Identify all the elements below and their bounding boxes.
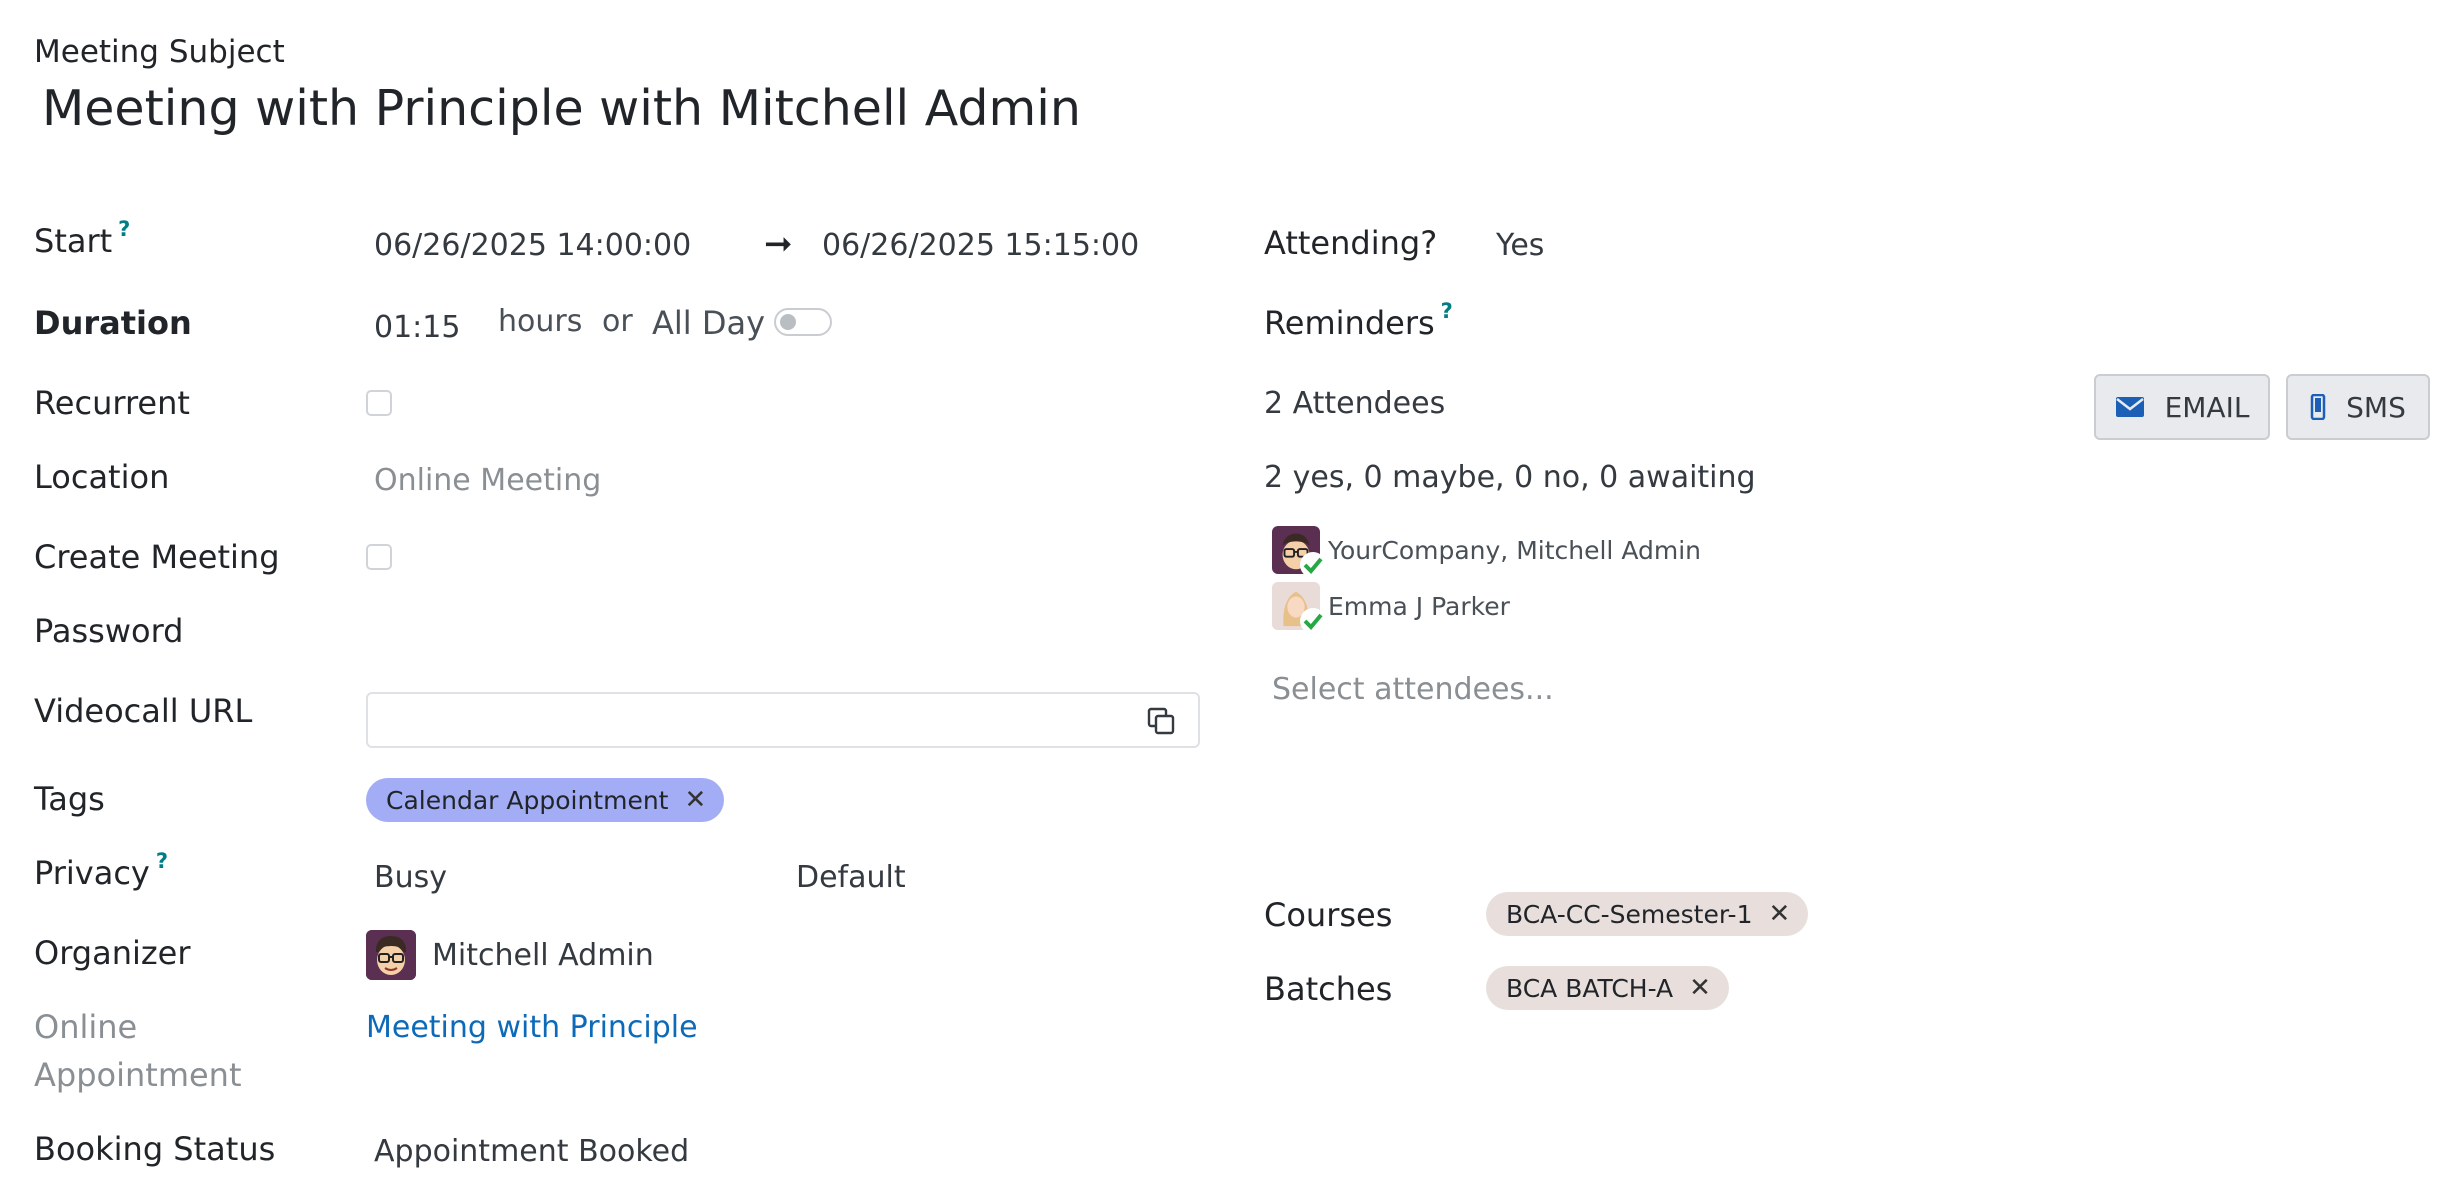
videocall-label: Videocall URL [34, 692, 253, 730]
attendee-name[interactable]: Emma J Parker [1328, 592, 1510, 621]
attendee-name[interactable]: YourCompany, Mitchell Admin [1328, 536, 1701, 565]
course-tag[interactable]: BCA-CC-Semester-1 ✕ [1486, 892, 1809, 936]
duration-input[interactable]: 01:15 [374, 310, 460, 345]
organizer-label: Organizer [34, 934, 191, 972]
attending-label: Attending? [1264, 224, 1438, 262]
batch-tag-label: BCA BATCH-A [1506, 973, 1674, 1003]
organizer-name[interactable]: Mitchell Admin [432, 938, 654, 973]
attending-value[interactable]: Yes [1496, 228, 1544, 263]
accepted-check-icon [1300, 608, 1326, 634]
reminders-help-icon[interactable]: ? [1441, 299, 1453, 323]
duration-or-text: or [602, 304, 633, 339]
tag-calendar-appointment[interactable]: Calendar Appointment ✕ [366, 778, 725, 822]
password-label: Password [34, 612, 184, 650]
online-appointment-label-line1: Online [34, 1008, 138, 1046]
privacy-select[interactable]: Default [796, 860, 906, 895]
meeting-title[interactable]: Meeting with Principle with Mitchell Adm… [42, 80, 1081, 137]
videocall-url-input[interactable] [366, 692, 1200, 748]
copy-icon[interactable] [1146, 706, 1176, 736]
reminders-label-text: Reminders [1264, 304, 1435, 342]
remove-tag-icon[interactable]: ✕ [1768, 899, 1790, 929]
tag-label: Calendar Appointment [386, 785, 669, 815]
organizer-avatar [366, 930, 416, 980]
attendees-summary: 2 yes, 0 maybe, 0 no, 0 awaiting [1264, 460, 1756, 495]
recurrent-label: Recurrent [34, 384, 190, 422]
select-attendees-input[interactable]: Select attendees... [1272, 672, 1554, 707]
date-range-arrow-icon: ➞ [764, 224, 793, 264]
course-tag-label: BCA-CC-Semester-1 [1506, 899, 1753, 929]
password-input[interactable] [374, 612, 1194, 652]
sms-button[interactable]: SMS [2286, 374, 2430, 440]
allday-label: All Day [652, 304, 766, 342]
batches-label: Batches [1264, 970, 1393, 1008]
show-as-select[interactable]: Busy [374, 860, 447, 895]
sms-button-label: SMS [2346, 390, 2406, 424]
allday-toggle[interactable] [774, 308, 832, 336]
reminders-label: Reminders? [1264, 299, 1453, 342]
remove-tag-icon[interactable]: ✕ [684, 785, 706, 815]
start-help-icon[interactable]: ? [118, 217, 130, 241]
email-button-label: EMAIL [2164, 390, 2250, 424]
meeting-subject-label: Meeting Subject [34, 34, 285, 70]
create-meeting-checkbox[interactable] [366, 544, 392, 570]
start-datetime[interactable]: 06/26/2025 14:00:00 [374, 228, 691, 263]
mobile-phone-icon [2310, 394, 2326, 420]
allday-toggle-knob [780, 314, 796, 330]
start-label: Start? [34, 217, 130, 260]
envelope-icon [2115, 397, 2144, 417]
privacy-label: Privacy? [34, 849, 168, 892]
create-meeting-label: Create Meeting [34, 538, 280, 576]
privacy-label-text: Privacy [34, 854, 150, 892]
batch-tag[interactable]: BCA BATCH-A ✕ [1486, 966, 1729, 1010]
duration-label: Duration [34, 304, 192, 342]
tags-label: Tags [34, 780, 105, 818]
attendees-count: 2 Attendees [1264, 386, 1446, 421]
remove-tag-icon[interactable]: ✕ [1689, 973, 1711, 1003]
courses-label: Courses [1264, 896, 1393, 934]
booking-status-label: Booking Status [34, 1130, 276, 1168]
location-input[interactable]: Online Meeting [374, 463, 601, 498]
duration-unit: hours [498, 304, 583, 339]
end-datetime[interactable]: 06/26/2025 15:15:00 [822, 228, 1139, 263]
online-appointment-link[interactable]: Meeting with Principle [366, 1010, 698, 1045]
accepted-check-icon [1300, 552, 1326, 578]
recurrent-checkbox[interactable] [366, 390, 392, 416]
start-label-text: Start [34, 222, 113, 260]
privacy-help-icon[interactable]: ? [156, 849, 168, 873]
location-label: Location [34, 458, 170, 496]
organizer-avatar-icon [366, 930, 416, 980]
booking-status-value[interactable]: Appointment Booked [374, 1134, 689, 1169]
email-button[interactable]: EMAIL [2094, 374, 2270, 440]
online-appointment-label-line2: Appointment [34, 1056, 242, 1094]
